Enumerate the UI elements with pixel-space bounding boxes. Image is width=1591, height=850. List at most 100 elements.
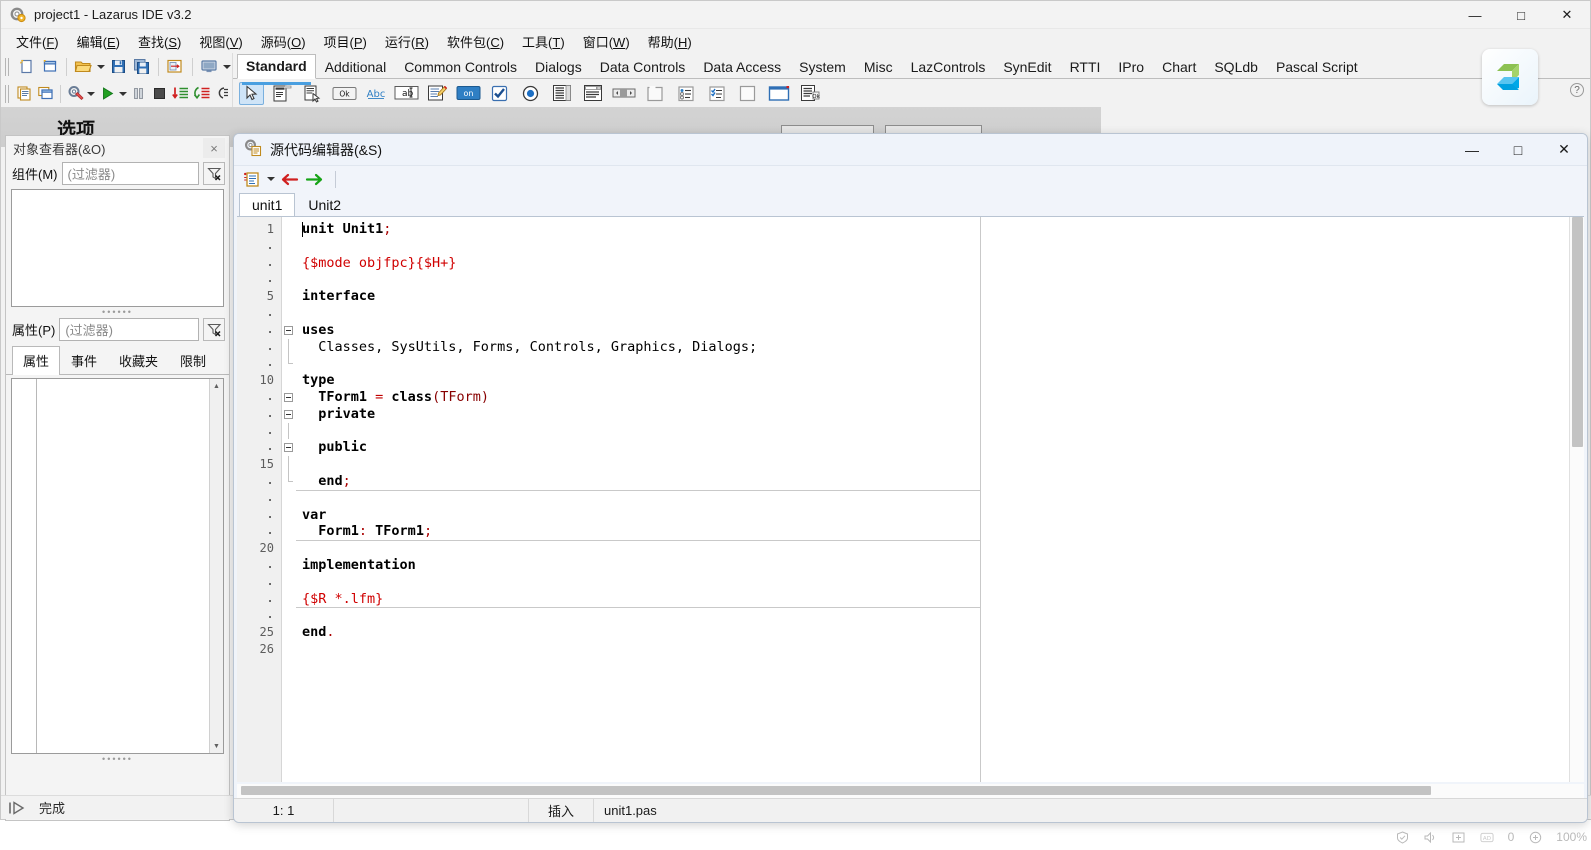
tlistbox-icon[interactable] [549, 82, 574, 105]
toolbar-grip-2[interactable] [5, 85, 10, 103]
code-line-12[interactable]: private [296, 406, 980, 423]
code-line-13[interactable] [296, 423, 980, 440]
tscrollbar-icon[interactable] [611, 82, 636, 105]
fold-marker-7[interactable] [282, 322, 296, 339]
source-editor-minimize-button[interactable]: — [1449, 134, 1495, 166]
code-line-10[interactable]: type [296, 372, 980, 389]
tedit-icon[interactable]: ab [394, 82, 419, 105]
palette-tab-synedit[interactable]: SynEdit [994, 55, 1060, 79]
fold-marker-11[interactable] [282, 389, 296, 406]
tmemo-icon[interactable] [425, 82, 450, 105]
palette-tab-dialogs[interactable]: Dialogs [526, 55, 591, 79]
help-icon[interactable]: ? [1570, 83, 1584, 97]
menu-item-6[interactable]: 项目(P) [315, 29, 376, 54]
menu-item-3[interactable]: 查找(S) [129, 29, 190, 54]
scroll-down-icon[interactable]: ▼ [210, 739, 223, 753]
menu-item-11[interactable]: 帮助(H) [639, 29, 701, 54]
source-editor-maximize-button[interactable]: □ [1495, 134, 1541, 166]
component-filter-clear-icon[interactable] [203, 162, 225, 185]
menu-item-5[interactable]: 源码(O) [252, 29, 315, 54]
palette-tab-system[interactable]: System [790, 55, 855, 79]
code-text-area[interactable]: unit Unit1; {$mode objfpc}{$H+} interfac… [296, 217, 980, 782]
code-line-20[interactable] [296, 540, 980, 557]
property-grid-scrollbar[interactable]: ▲ ▼ [209, 379, 223, 753]
menu-item-7[interactable]: 运行(R) [376, 29, 438, 54]
step-over-icon[interactable] [191, 82, 211, 105]
tframe-icon[interactable] [766, 82, 791, 105]
palette-tab-additional[interactable]: Additional [316, 55, 396, 79]
code-line-9[interactable] [296, 355, 980, 372]
palette-tab-lazcontrols[interactable]: LazControls [902, 55, 995, 79]
save-icon[interactable] [107, 55, 130, 78]
fold-collapse-icon[interactable] [284, 326, 293, 335]
editor-tab-unit1[interactable]: unit1 [239, 193, 295, 217]
view-form-icon[interactable] [198, 55, 221, 78]
tbutton-icon[interactable]: Ok [332, 82, 357, 105]
editor-tab-unit2[interactable]: Unit2 [295, 193, 354, 217]
property-grid[interactable]: ▲ ▼ [11, 378, 224, 754]
palette-tab-misc[interactable]: Misc [855, 55, 902, 79]
code-editor-vscrollbar[interactable] [1569, 217, 1584, 782]
view-form-caret[interactable] [221, 55, 232, 78]
code-editor-vscroll-thumb[interactable] [1572, 217, 1583, 447]
fold-marker-12[interactable] [282, 406, 296, 423]
code-line-7[interactable]: uses [296, 322, 980, 339]
tlabel-icon[interactable]: Abc [363, 82, 388, 105]
run-step-icon[interactable] [7, 799, 29, 817]
tactionlist-icon[interactable]: Ok [797, 82, 822, 105]
run-icon[interactable] [97, 82, 117, 105]
scroll-up-icon[interactable]: ▲ [210, 379, 223, 393]
menu-item-8[interactable]: 软件包(C) [438, 29, 513, 54]
tcheckbox-icon[interactable] [487, 82, 512, 105]
property-filter-clear-icon[interactable] [203, 318, 225, 341]
new-form2-icon[interactable] [35, 82, 55, 105]
code-line-21[interactable]: implementation [296, 557, 980, 574]
palette-tab-sqldb[interactable]: SQLdb [1205, 55, 1267, 79]
palette-tab-common-controls[interactable]: Common Controls [395, 55, 526, 79]
palette-tab-data-controls[interactable]: Data Controls [591, 55, 695, 79]
minimize-button[interactable]: — [1452, 1, 1498, 29]
close-button[interactable]: ✕ [1544, 1, 1590, 29]
code-line-11[interactable]: TForm1 = class(TForm) [296, 389, 980, 406]
shield-icon[interactable] [1396, 830, 1410, 844]
palette-tab-standard[interactable]: Standard [237, 54, 316, 79]
property-filter-input[interactable]: (过滤器) [59, 318, 199, 341]
tcombobox-icon[interactable] [580, 82, 605, 105]
tradiobutton-icon[interactable] [518, 82, 543, 105]
menu-item-10[interactable]: 窗口(W) [574, 29, 639, 54]
object-inspector-tab-4[interactable]: 限制 [169, 346, 217, 375]
source-editor-close-button[interactable]: ✕ [1541, 134, 1587, 166]
code-editor-hscrollbar[interactable] [237, 784, 1584, 798]
tgroupbox-icon[interactable] [642, 82, 667, 105]
component-filter-input[interactable]: (过滤器) [62, 162, 200, 185]
object-inspector-close-icon[interactable]: × [203, 138, 225, 158]
toggle-form-unit-icon[interactable] [164, 55, 187, 78]
fold-collapse-icon[interactable] [284, 393, 293, 402]
plus-box-icon[interactable] [1452, 830, 1466, 844]
code-line-15[interactable] [296, 456, 980, 473]
menu-item-4[interactable]: 视图(V) [190, 29, 251, 54]
fold-collapse-icon[interactable] [284, 443, 293, 452]
open-file-icon[interactable] [72, 55, 95, 78]
object-inspector-tab-1[interactable]: 属性 [12, 346, 60, 375]
menu-item-2[interactable]: 编辑(E) [68, 29, 129, 54]
tpanel-icon[interactable] [735, 82, 760, 105]
code-line-16[interactable]: end; [296, 473, 980, 490]
code-line-14[interactable]: public [296, 439, 980, 456]
code-line-4[interactable] [296, 271, 980, 288]
forward-arrow-icon[interactable] [303, 168, 326, 191]
new-unit-icon[interactable] [15, 55, 38, 78]
toolbar-grip[interactable] [5, 58, 11, 76]
code-line-2[interactable] [296, 238, 980, 255]
code-fold-column[interactable] [282, 217, 296, 782]
menu-item-1[interactable]: 文件(F) [7, 29, 68, 54]
step-out-icon[interactable] [212, 82, 232, 105]
new-unit2-icon[interactable] [14, 82, 34, 105]
stop-icon[interactable] [149, 82, 169, 105]
palette-tab-chart[interactable]: Chart [1153, 55, 1205, 79]
step-into-icon[interactable] [170, 82, 190, 105]
save-all-icon[interactable] [131, 55, 154, 78]
unit-list-icon[interactable] [240, 168, 263, 191]
code-editor-hscroll-thumb[interactable] [241, 786, 1431, 795]
object-inspector-tab-3[interactable]: 收藏夹 [108, 346, 169, 375]
